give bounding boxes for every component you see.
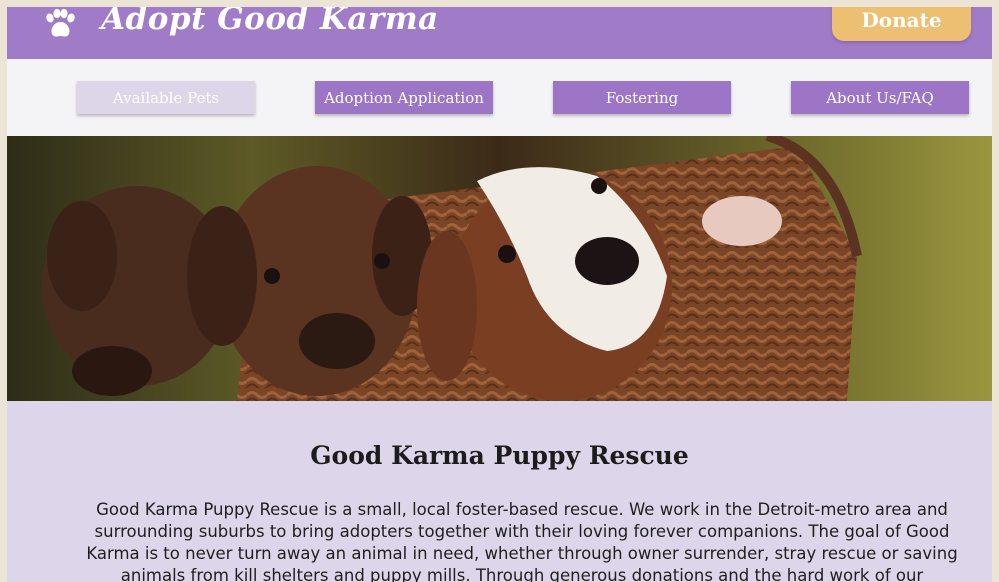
intro-section: Good Karma Puppy Rescue Good Karma Puppy… <box>7 401 992 582</box>
site-header: Adopt Good Karma Donate <box>7 7 992 59</box>
intro-paragraph: Good Karma Puppy Rescue is a small, loca… <box>86 500 958 582</box>
paw-icon <box>46 9 75 37</box>
page-frame: Adopt Good Karma Donate Available Pets A… <box>7 7 992 582</box>
nav-adoption-application[interactable]: Adoption Application <box>315 81 493 114</box>
nav-available-pets[interactable]: Available Pets <box>77 81 255 114</box>
page-title: Good Karma Puppy Rescue <box>310 441 689 470</box>
nav-about-us-faq[interactable]: About Us/FAQ <box>791 81 969 114</box>
nav-fostering[interactable]: Fostering <box>553 81 731 114</box>
puppies-in-basket-photo <box>7 136 992 401</box>
main-nav: Available Pets Adoption Application Fost… <box>7 59 992 136</box>
hero-image <box>7 136 992 401</box>
donate-button[interactable]: Donate <box>832 7 971 41</box>
site-brand[interactable]: Adopt Good Karma <box>101 7 439 37</box>
